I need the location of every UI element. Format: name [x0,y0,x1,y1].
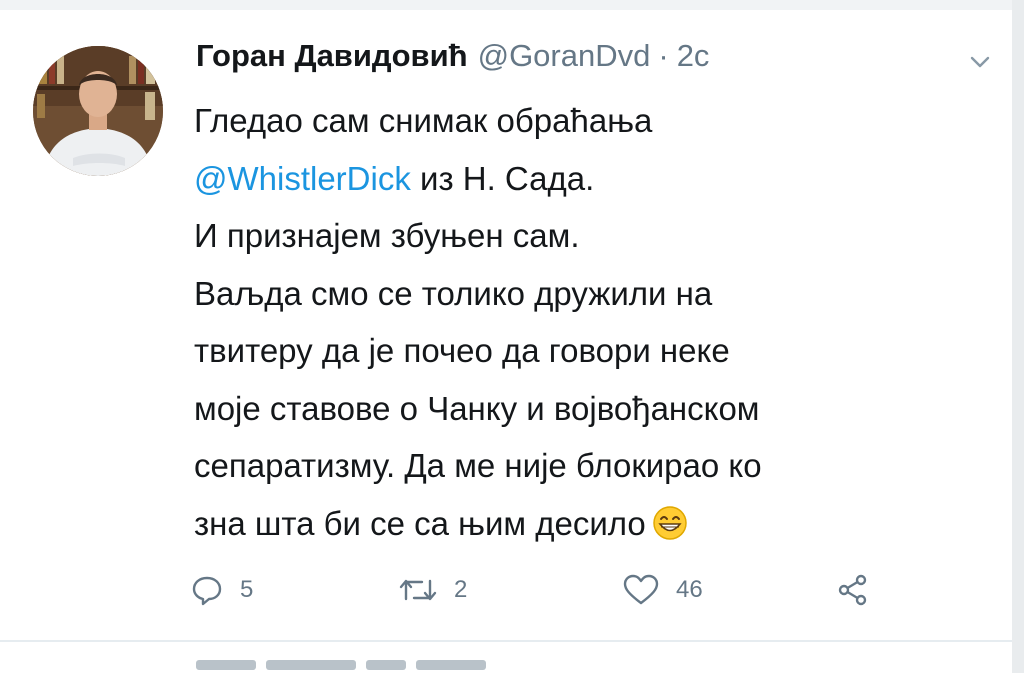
author-avatar[interactable] [33,46,163,176]
tweet-menu-button[interactable] [968,52,992,72]
reply-count: 5 [240,576,254,603]
tweet-text-fragment: зна шта би се са њим десило [194,504,646,542]
tweet-text-line: Гледао сам снимак обраћања [194,102,653,139]
tweet-text-line: моје ставове о Чанку и војвођанском [194,389,760,427]
avatar-photo [33,46,163,176]
retweet-button[interactable]: 2 [398,568,467,612]
header-separator: · [658,38,669,73]
tweet-text-line: твитеру да је почео да говори неке [194,332,730,369]
tweet-text-fragment: из Н. Сада. [420,159,595,197]
tweet-text: Гледао сам снимак обраћања @WhistlerDick… [194,92,974,552]
tweet-text-line: зна шта би се са њим десило [194,495,974,553]
retweet-count: 2 [454,576,468,603]
tweet-text-line: сепаратизму. Да ме није блокирао ко [194,447,762,484]
author-handle[interactable]: @GoranDvd [478,38,651,74]
tweet-text-line: И признајем збуњен сам. [194,217,580,254]
tweet-actions: 5 2 46 [190,568,890,612]
tweet-text-line: Ваљда смо се толико дружили на [194,274,713,312]
reply-button[interactable]: 5 [190,568,253,612]
tweet-header: Горан Давидовић @GoranDvd · 2с [196,38,709,82]
retweet-icon [399,579,437,601]
grinning-face-emoji [653,505,687,540]
like-count: 46 [676,576,703,603]
top-divider [0,0,1024,10]
next-tweet-cutoff [196,660,556,670]
author-name[interactable]: Горан Давидовић [196,38,468,74]
share-button[interactable] [836,568,870,612]
tweet-timestamp[interactable]: 2с [677,38,710,74]
screenshot-frame: Горан Давидовић @GoranDvd · 2с Гледао са… [0,0,1024,673]
chevron-down-icon [970,56,990,68]
share-icon [838,574,867,606]
reply-icon [192,576,222,606]
like-button[interactable]: 46 [622,568,703,612]
right-edge-border [1012,0,1024,673]
mention-link[interactable]: @WhistlerDick [194,160,411,197]
heart-icon [623,574,659,605]
tweet-text-line: @WhistlerDick из Н. Сада. [194,150,974,208]
tweet-divider [0,640,1012,642]
